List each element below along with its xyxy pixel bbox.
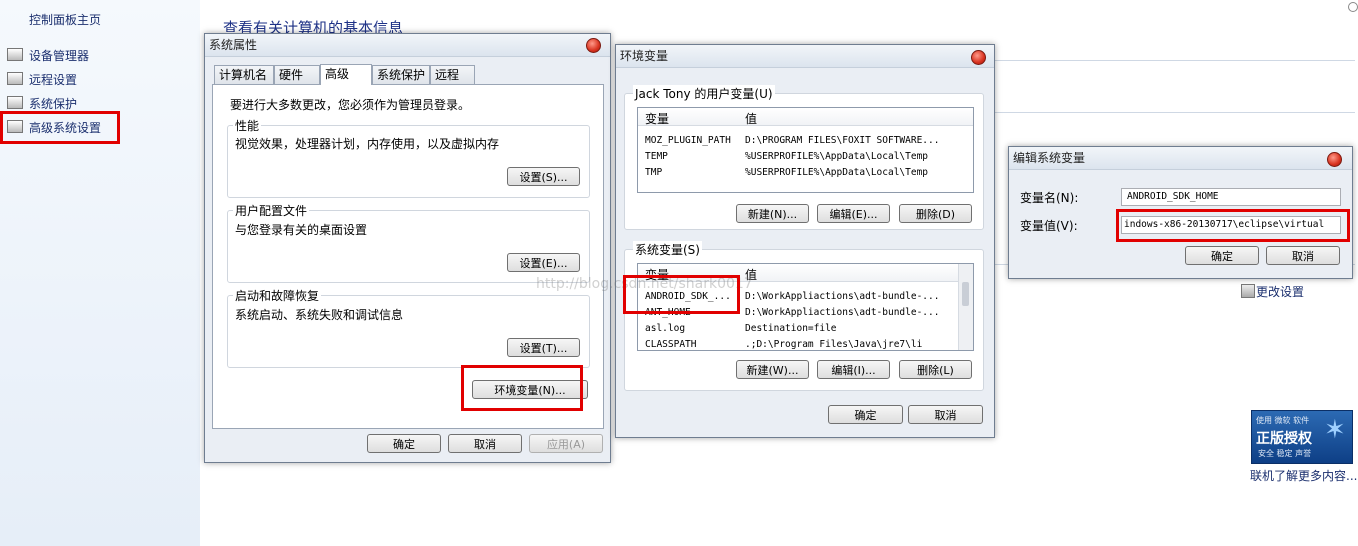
user-row-value[interactable]: %USERPROFILE%\AppData\Local\Temp — [745, 151, 928, 162]
profile-label: 用户配置文件 — [233, 202, 310, 219]
admin-note: 要进行大多数更改，您必须作为管理员登录。 — [230, 98, 471, 112]
genuine-badge[interactable]: 使用 微软 软件 正版授权 安全 稳定 声誉 ✶ — [1251, 410, 1353, 464]
close-icon[interactable] — [971, 50, 986, 65]
window-title: 环境变量 — [616, 45, 994, 68]
tab-remote[interactable]: 远程 — [430, 65, 475, 84]
ok-button[interactable]: 确定 — [828, 405, 903, 424]
window-title: 系统属性 — [205, 34, 610, 57]
col-value[interactable]: 值 — [745, 110, 757, 127]
remote-settings-icon — [7, 72, 23, 85]
device-manager-icon — [7, 48, 23, 61]
highlight-box-android-sdk — [623, 275, 740, 314]
shield-icon — [1241, 284, 1255, 298]
genuine-badge-sub: 安全 稳定 声誉 — [1258, 449, 1312, 458]
variable-name-input[interactable]: ANDROID_SDK_HOME — [1121, 188, 1341, 206]
system-edit-button[interactable]: 编辑(I)... — [817, 360, 890, 379]
user-row-value[interactable]: %USERPROFILE%\AppData\Local\Temp — [745, 167, 928, 178]
ok-button[interactable]: 确定 — [1185, 246, 1259, 265]
user-variables-label: Jack Tony 的用户变量(U) — [633, 85, 775, 102]
help-icon[interactable] — [1348, 2, 1358, 12]
ok-button[interactable]: 确定 — [367, 434, 441, 453]
sidebar-link-system-protection[interactable]: 系统保护 — [29, 95, 77, 112]
control-panel-home-link[interactable]: 控制面板主页 — [29, 11, 101, 28]
close-icon[interactable] — [586, 38, 601, 53]
sidebar-link-device-manager[interactable]: 设备管理器 — [29, 47, 89, 64]
cancel-button[interactable]: 取消 — [1266, 246, 1340, 265]
system-row-name[interactable]: asl.log — [645, 323, 685, 334]
variable-name-label: 变量名(N): — [1020, 191, 1079, 205]
learn-more-link[interactable]: 联机了解更多内容... — [1250, 467, 1357, 484]
user-edit-button[interactable]: 编辑(E)... — [817, 204, 890, 223]
tab-advanced[interactable]: 高级 — [320, 64, 372, 85]
system-variables-label: 系统变量(S) — [633, 241, 702, 258]
sidebar-link-remote-settings[interactable]: 远程设置 — [29, 71, 77, 88]
system-row-value[interactable]: Destination=file — [745, 323, 837, 334]
scrollbar-thumb[interactable] — [962, 282, 969, 306]
list-header: 变量 值 — [638, 108, 973, 126]
window-title: 编辑系统变量 — [1009, 147, 1352, 170]
profile-settings-button[interactable]: 设置(E)... — [507, 253, 580, 272]
highlight-box-variable-value — [1116, 209, 1350, 242]
system-row-value[interactable]: D:\WorkAppliactions\adt-bundle-... — [745, 307, 939, 318]
genuine-badge-main: 正版授权 — [1256, 431, 1312, 447]
scrollbar[interactable] — [958, 264, 973, 350]
tab-computer-name[interactable]: 计算机名 — [214, 65, 274, 84]
user-row-name[interactable]: MOZ_PLUGIN_PATH — [645, 135, 731, 146]
star-icon: ✶ — [1324, 415, 1346, 445]
perf-settings-button[interactable]: 设置(S)... — [507, 167, 580, 186]
perf-desc: 视觉效果，处理器计划，内存使用，以及虚拟内存 — [235, 137, 500, 151]
cancel-button[interactable]: 取消 — [448, 434, 522, 453]
system-row-value[interactable]: .;D:\Program Files\Java\jre7\li — [745, 339, 922, 350]
system-protection-icon — [7, 96, 23, 109]
user-new-button[interactable]: 新建(N)... — [736, 204, 809, 223]
apply-button[interactable]: 应用(A) — [529, 434, 603, 453]
variable-value-label: 变量值(V): — [1020, 219, 1078, 233]
user-row-name[interactable]: TMP — [645, 167, 662, 178]
user-delete-button[interactable]: 删除(D) — [899, 204, 972, 223]
col-variable[interactable]: 变量 — [645, 110, 669, 127]
startup-label: 启动和故障恢复 — [233, 287, 322, 304]
environment-variables-window: 环境变量 Jack Tony 的用户变量(U) 变量 值 MOZ_PLUGIN_… — [536, 44, 995, 438]
tab-hardware[interactable]: 硬件 — [274, 65, 320, 84]
highlight-box-advanced — [0, 111, 120, 144]
profile-desc: 与您登录有关的桌面设置 — [235, 223, 368, 237]
startup-desc: 系统启动、系统失败和调试信息 — [235, 308, 404, 322]
tab-system-protection[interactable]: 系统保护 — [372, 65, 430, 84]
system-row-value[interactable]: D:\WorkAppliactions\adt-bundle-... — [745, 291, 939, 302]
change-settings-link[interactable]: 更改设置 — [1256, 283, 1304, 300]
divider — [995, 112, 1355, 113]
user-row-name[interactable]: TEMP — [645, 151, 668, 162]
system-new-button[interactable]: 新建(W)... — [736, 360, 809, 379]
close-icon[interactable] — [1327, 152, 1342, 167]
user-variables-list[interactable]: 变量 值 MOZ_PLUGIN_PATH D:\PROGRAM FILES\FO… — [637, 107, 974, 193]
divider — [995, 60, 1355, 61]
system-row-name[interactable]: CLASSPATH — [645, 339, 696, 350]
startup-settings-button[interactable]: 设置(T)... — [507, 338, 580, 357]
genuine-badge-top: 使用 微软 软件 — [1256, 416, 1310, 425]
user-row-value[interactable]: D:\PROGRAM FILES\FOXIT SOFTWARE... — [745, 135, 939, 146]
cancel-button[interactable]: 取消 — [908, 405, 983, 424]
perf-label: 性能 — [233, 117, 262, 134]
highlight-box-env-button — [461, 365, 583, 411]
system-delete-button[interactable]: 删除(L) — [899, 360, 972, 379]
